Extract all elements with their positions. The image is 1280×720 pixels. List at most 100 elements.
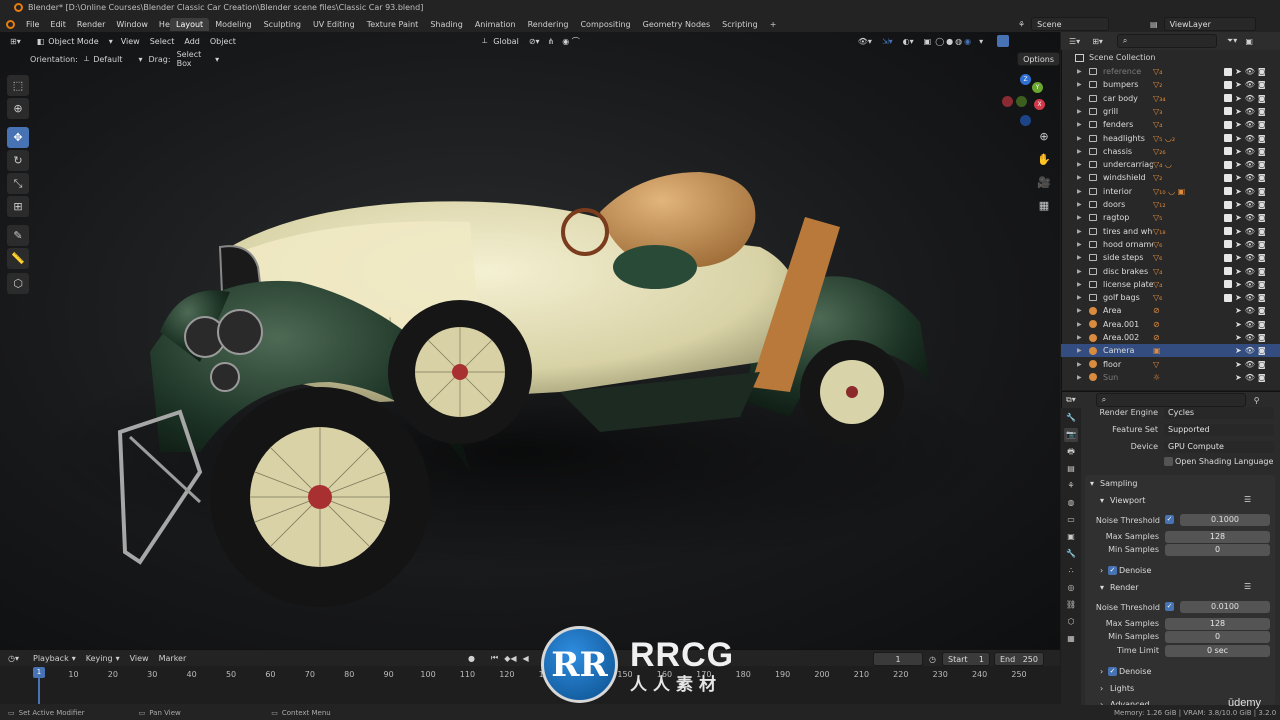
menu-select[interactable]: Select	[150, 37, 175, 46]
sampling-header[interactable]: Sampling	[1100, 479, 1137, 488]
visibility-toggles-icon[interactable]: ➤👁◙	[1235, 107, 1269, 116]
exclude-checkbox[interactable]	[1224, 200, 1232, 209]
vp-min-samples-field[interactable]: 0	[1165, 544, 1270, 556]
visibility-toggles-icon[interactable]: ➤👁◙	[1235, 373, 1269, 382]
outliner-row[interactable]: ▶ chassis ▽₂₆ ➤👁◙	[1061, 145, 1280, 158]
viewlayer-name-field[interactable]: ViewLayer	[1163, 17, 1256, 31]
shading-rendered-icon[interactable]: ◉	[964, 37, 971, 46]
outliner-row[interactable]: ▶ bumpers ▽₂ ➤👁◙	[1061, 78, 1280, 91]
vp-max-samples-field[interactable]: 128	[1165, 531, 1270, 543]
tab-sculpting[interactable]: Sculpting	[258, 18, 307, 31]
outliner-filter-icon[interactable]: ⏷▾	[1227, 36, 1237, 46]
r-max-samples-field[interactable]: 128	[1165, 618, 1270, 630]
outliner-item-name[interactable]: headlights	[1103, 134, 1153, 143]
gizmo-toggle-icon[interactable]: ⇲▾	[882, 37, 893, 46]
exclude-checkbox[interactable]	[1224, 134, 1232, 142]
exclude-checkbox[interactable]	[1224, 213, 1232, 222]
outliner-item-name[interactable]: side steps	[1103, 253, 1153, 262]
expand-arrow-icon[interactable]: ▶	[1077, 135, 1085, 142]
add-cube-tool-icon[interactable]: ⬡	[7, 273, 29, 294]
scene-selector[interactable]: ⚘ Scene	[1018, 17, 1110, 31]
play-reverse-icon[interactable]: ◀	[523, 654, 529, 663]
start-frame-field[interactable]: Start 1	[941, 652, 990, 666]
outliner-item-name[interactable]: bumpers	[1103, 80, 1153, 89]
visibility-toggles-icon[interactable]: ➤👁◙	[1235, 67, 1269, 76]
jump-start-icon[interactable]: ⏮	[491, 653, 498, 663]
modifier-tab-icon[interactable]: 🔧	[1064, 547, 1078, 561]
measure-tool-icon[interactable]: 📏	[7, 248, 29, 269]
menu-add[interactable]: Add	[184, 37, 200, 46]
scene-tab-icon[interactable]: ⚘	[1064, 479, 1078, 493]
lights-subpanel-header[interactable]: Lights	[1110, 684, 1134, 693]
time-limit-field[interactable]: 0 sec	[1165, 645, 1270, 657]
display-mode-icon[interactable]: ⊞▾	[1092, 37, 1103, 46]
menu-object[interactable]: Object	[210, 37, 236, 46]
viewport-subpanel-header[interactable]: Viewport	[1110, 496, 1145, 505]
tab-layout[interactable]: Layout	[170, 18, 210, 31]
outliner-item-name[interactable]: Area	[1103, 306, 1153, 315]
r-denoise-checkbox[interactable]: ✓	[1108, 667, 1117, 676]
outliner-item-name[interactable]: Sun	[1103, 373, 1153, 382]
timeline-editor-icon[interactable]: ◷▾	[8, 654, 19, 663]
camera-view-icon[interactable]: 🎥	[1036, 176, 1052, 192]
transform-tool-icon[interactable]: ⊞	[7, 196, 29, 217]
constraints-tab-icon[interactable]: ⛓	[1064, 598, 1078, 612]
visibility-toggles-icon[interactable]: ➤👁◙	[1235, 280, 1269, 289]
r-min-samples-field[interactable]: 0	[1165, 631, 1270, 643]
gizmo-z-axis[interactable]: Z	[1020, 74, 1031, 85]
editor-type-icon[interactable]: ⊞▾	[10, 37, 21, 46]
blender-menu-icon[interactable]	[6, 19, 15, 29]
osl-checkbox[interactable]	[1164, 457, 1173, 466]
outliner-item-name[interactable]: golf bags	[1103, 293, 1153, 302]
exclude-checkbox[interactable]	[1224, 267, 1232, 275]
visibility-toggles-icon[interactable]: ➤👁◙	[1235, 173, 1269, 182]
end-frame-field[interactable]: End 250	[993, 652, 1044, 666]
shading-wire-icon[interactable]: ◯	[935, 37, 944, 46]
visibility-toggles-icon[interactable]: ➤👁◙	[1235, 320, 1269, 329]
vp-noise-threshold-field[interactable]: 0.1000	[1180, 514, 1270, 526]
preview-range-icon[interactable]: ◷	[929, 655, 936, 664]
vp-denoise-checkbox[interactable]: ✓	[1108, 566, 1117, 575]
outliner-row[interactable]: ▶ interior ▽₁₀ ◡ ▣ ➤👁◙	[1061, 185, 1280, 198]
render-chevron-icon[interactable]: ▾	[1100, 583, 1104, 592]
playback-menu[interactable]: Playback	[33, 654, 69, 663]
perspective-grid-icon[interactable]: ▦	[1036, 199, 1052, 215]
collection-tab-icon[interactable]: ▭	[1064, 513, 1078, 527]
outliner-row[interactable]: ▶ Sun ☼ ➤👁◙	[1061, 371, 1280, 384]
viewport-presets-icon[interactable]: ☰	[1244, 495, 1251, 504]
lights-chevron-icon[interactable]: ›	[1100, 684, 1103, 693]
tab-animation[interactable]: Animation	[469, 18, 522, 31]
r-denoise-chevron-icon[interactable]: ›	[1100, 667, 1103, 676]
viewport-chevron-icon[interactable]: ▾	[1100, 496, 1104, 505]
transform-orientation-dropdown[interactable]: Global	[493, 37, 519, 46]
exclude-checkbox[interactable]	[1224, 160, 1232, 169]
outliner-row[interactable]: ▶ floor ▽ ➤👁◙	[1061, 358, 1280, 371]
tab-scripting[interactable]: Scripting	[716, 18, 764, 31]
outliner-item-name[interactable]: windshield	[1103, 173, 1153, 182]
r-noise-threshold-checkbox[interactable]: ✓	[1165, 602, 1174, 611]
expand-arrow-icon[interactable]: ▶	[1077, 281, 1085, 288]
visibility-toggles-icon[interactable]: ➤👁◙	[1235, 147, 1269, 156]
render-subpanel-header[interactable]: Render	[1110, 583, 1138, 592]
texture-tab-icon[interactable]: ▦	[1064, 632, 1078, 646]
visibility-toggles-icon[interactable]: ➤👁◙	[1235, 94, 1269, 103]
exclude-checkbox[interactable]	[1224, 120, 1232, 129]
expand-arrow-icon[interactable]: ▶	[1077, 334, 1085, 341]
3d-viewport[interactable]	[0, 32, 1060, 649]
outliner-row[interactable]: ▶ Area.002 ⊘ ➤👁◙	[1061, 331, 1280, 344]
gizmo-neg-y-axis[interactable]	[1016, 96, 1027, 107]
overlay-icon[interactable]: ◐▾	[903, 37, 914, 46]
select-box-tool-icon[interactable]: ⬚	[7, 75, 29, 96]
new-collection-icon[interactable]: ▣	[1245, 37, 1253, 46]
exclude-checkbox[interactable]	[1224, 94, 1232, 103]
gizmo-x-axis[interactable]: X	[1034, 99, 1045, 110]
expand-arrow-icon[interactable]: ▶	[1077, 201, 1085, 208]
physics-tab-icon[interactable]: ◎	[1064, 581, 1078, 595]
visibility-toggles-icon[interactable]: ➤👁◙	[1235, 333, 1269, 342]
particles-tab-icon[interactable]: ∴	[1064, 564, 1078, 578]
exclude-checkbox[interactable]	[1224, 67, 1232, 76]
visibility-toggles-icon[interactable]: ➤👁◙	[1235, 293, 1269, 302]
sampling-chevron-icon[interactable]: ▾	[1090, 479, 1094, 488]
outliner-item-name[interactable]: tires and wheels	[1103, 227, 1153, 236]
visibility-toggles-icon[interactable]: ➤👁◙	[1235, 160, 1269, 169]
